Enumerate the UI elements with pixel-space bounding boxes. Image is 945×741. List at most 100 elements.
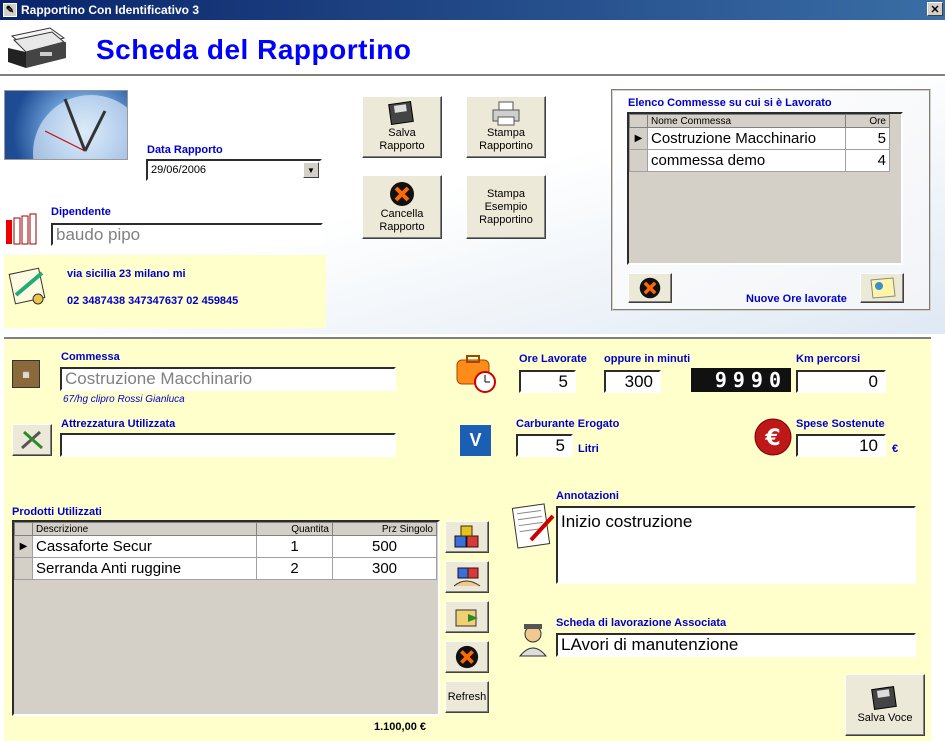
move-prodotto-button[interactable] [445, 601, 489, 633]
commessa-label: Commessa [61, 351, 120, 363]
attrezzatura-label: Attrezzatura Utilizzata [61, 418, 176, 430]
km-field[interactable]: 0 [796, 370, 886, 393]
column-header[interactable]: Prz Singolo [332, 522, 437, 536]
salva-voce-label: Salva Voce [857, 711, 913, 724]
delete-commessa-button[interactable] [628, 273, 672, 303]
prodotto-prezzo-cell[interactable]: 300 [332, 557, 437, 580]
prodotti-title: Prodotti Utilizzati [12, 506, 102, 518]
header: Scheda del Rapportino [0, 20, 945, 76]
row-selector-icon[interactable]: ▶ [629, 127, 648, 150]
calendar-icon: ▦ [12, 360, 40, 388]
commesse-title: Elenco Commesse su cui si è Lavorato [628, 97, 832, 109]
scheda-label: Scheda di lavorazione Associata [556, 617, 727, 629]
carburante-unit: Litri [578, 443, 599, 455]
floppy-disk-icon [871, 685, 897, 710]
prodotti-grid: Descrizione Quantita Prz Singolo ▶ Cassa… [12, 520, 440, 716]
carburante-label: Carburante Erogato [516, 418, 620, 430]
delete-prodotto-button[interactable] [445, 641, 489, 673]
page-title: Scheda del Rapportino [96, 34, 412, 65]
spese-label: Spese Sostenute [796, 418, 885, 430]
ore-lavorate-label: Ore Lavorate [519, 353, 587, 365]
address-line: via sicilia 23 milano mi [67, 268, 186, 280]
printer-icon [492, 101, 520, 126]
attrezzatura-field[interactable] [60, 433, 396, 457]
stampa-esempio-label-3: Rapportino [479, 213, 533, 226]
salva-voce-button[interactable]: Salva Voce [845, 674, 925, 736]
commessa-sub: 67/hg clipro Rossi Gianluca [63, 394, 185, 405]
cancel-icon [455, 645, 479, 669]
cancella-rapporto-label-2: Rapporto [379, 221, 425, 233]
annotazioni-field[interactable]: Inizio costruzione [556, 506, 916, 584]
salva-rapporto-label-2: Rapporto [379, 140, 425, 152]
table-row[interactable]: ▶ Costruzione Macchinario 5 [629, 127, 890, 150]
cancella-rapporto-button[interactable]: Cancella Rapporto [362, 175, 442, 239]
fuel-icon: V [460, 425, 491, 456]
nuove-ore-button[interactable] [860, 273, 904, 303]
column-header[interactable]: Ore [845, 114, 890, 128]
close-button[interactable]: ✕ [927, 2, 943, 16]
euro-coin-icon: € [754, 418, 792, 456]
stampa-rapportino-label-1: Stampa [487, 127, 525, 139]
data-rapporto-select[interactable]: 29/06/2006 ▼ [146, 159, 322, 181]
odometer-display: 9990 [691, 368, 791, 392]
cancel-icon [390, 182, 414, 206]
stampa-esempio-label-2: Esempio [484, 200, 528, 213]
clock-image [4, 90, 128, 160]
add-prodotto-button[interactable] [445, 521, 489, 553]
window-title: Rapportino Con Identificativo 3 [21, 3, 200, 17]
commesse-table: Nome Commessa Ore ▶ Costruzione Macchina… [629, 114, 890, 172]
prodotto-quantita-cell[interactable]: 2 [256, 557, 333, 580]
refresh-button[interactable]: Refresh [445, 681, 489, 713]
row-header-corner [629, 114, 648, 128]
commessa-nome-cell[interactable]: commessa demo [647, 149, 846, 172]
ore-lavorate-field[interactable]: 5 [519, 370, 576, 393]
commessa-nome-cell[interactable]: Costruzione Macchinario [647, 127, 846, 150]
stampa-rapportino-button[interactable]: Stampa Rapportino [466, 96, 546, 158]
spese-field[interactable]: 10 [796, 434, 886, 457]
column-header[interactable]: Quantita [256, 522, 333, 536]
edit-prodotto-button[interactable] [445, 561, 489, 593]
prodotti-total: 1.100,00 € [374, 721, 426, 733]
column-header[interactable]: Descrizione [32, 522, 257, 536]
cancella-rapporto-label-1: Cancella [380, 208, 424, 220]
column-header[interactable]: Nome Commessa [647, 114, 846, 128]
tools-icon [21, 430, 43, 450]
prodotti-table: Descrizione Quantita Prz Singolo ▶ Cassa… [14, 522, 437, 580]
prodotto-quantita-cell[interactable]: 1 [256, 535, 333, 558]
table-row[interactable]: Serranda Anti ruggine 2 300 [14, 557, 437, 580]
data-rapporto-label: Data Rapporto [147, 144, 223, 156]
minuti-label: oppure in minuti [604, 353, 691, 365]
prodotto-descrizione-cell[interactable]: Serranda Anti ruggine [32, 557, 257, 580]
table-row[interactable]: commessa demo 4 [629, 149, 890, 172]
cubes-icon [454, 525, 479, 548]
stampa-esempio-button[interactable]: Stampa Esempio Rapportino [466, 175, 546, 239]
commessa-ore-cell[interactable]: 4 [845, 149, 890, 172]
minuti-field[interactable]: 300 [604, 370, 661, 393]
dipendente-field[interactable]: baudo pipo [51, 223, 323, 246]
commessa-field[interactable]: Costruzione Macchinario [60, 367, 396, 391]
table-row[interactable]: ▶ Cassaforte Secur 1 500 [14, 535, 437, 558]
notepad-pencil-icon [511, 503, 555, 549]
prodotto-descrizione-cell[interactable]: Cassaforte Secur [32, 535, 257, 558]
svg-text:€: € [764, 426, 780, 451]
dipendente-label: Dipendente [51, 206, 111, 218]
row-selector-icon[interactable]: ▶ [14, 535, 33, 558]
folders-icon [6, 213, 37, 245]
briefcase-clock-icon [456, 355, 496, 393]
salva-rapporto-button[interactable]: Salva Rapporto [362, 96, 442, 158]
row-selector[interactable] [629, 149, 648, 172]
stampa-esempio-label-1: Stampa [487, 187, 525, 200]
carburante-field[interactable]: 5 [516, 434, 573, 457]
chevron-down-icon[interactable]: ▼ [303, 162, 319, 178]
stampa-rapportino-label-2: Rapportino [479, 140, 533, 152]
app-icon: ✎ [3, 3, 17, 17]
row-header-corner [14, 522, 33, 536]
attrezzatura-button[interactable] [12, 424, 52, 456]
floppy-disk-icon [388, 101, 414, 125]
scheda-field[interactable]: LAvori di manutenzione [556, 633, 916, 657]
file-drawer-icon [8, 27, 66, 68]
commessa-ore-cell[interactable]: 5 [845, 127, 890, 150]
data-rapporto-value: 29/06/2006 [151, 164, 207, 176]
prodotto-prezzo-cell[interactable]: 500 [332, 535, 437, 558]
row-selector[interactable] [14, 557, 33, 580]
